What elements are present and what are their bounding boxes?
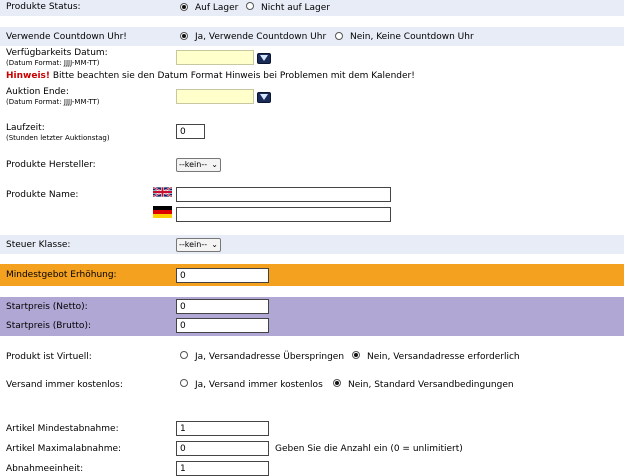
- start-gross-label: Startpreis (Brutto):: [6, 321, 91, 331]
- tax-class-select[interactable]: --kein-- ⌄: [176, 238, 221, 252]
- min-qty-label: Artikel Mindestabnahme:: [6, 424, 119, 434]
- warning-text: Bitte beachten sie den Datum Format Hinw…: [52, 71, 415, 81]
- avail-date-label: Verfügbarkeits Datum:: [6, 48, 108, 58]
- free-shipping-yes-label: Ja, Versand immer kostenlos: [195, 380, 323, 390]
- product-name-label: Produkte Name:: [6, 190, 79, 200]
- free-shipping-no-radio[interactable]: [333, 379, 341, 387]
- virtual-no-radio[interactable]: [352, 351, 360, 359]
- status-label: Produkte Status:: [6, 2, 81, 12]
- countdown-no-radio[interactable]: [335, 32, 343, 40]
- max-qty-input[interactable]: [176, 441, 269, 456]
- free-shipping-label: Versand immer kostenlos:: [6, 380, 123, 390]
- chevron-down-icon: ⌄: [211, 240, 218, 249]
- start-gross-input[interactable]: [176, 318, 269, 333]
- manufacturer-select-value: --kein--: [179, 160, 208, 169]
- runtime-label: Laufzeit:: [6, 123, 45, 133]
- runtime-hint: (Stunden letzter Auktionstag): [6, 134, 110, 142]
- status-in-stock-radio[interactable]: [180, 3, 188, 11]
- avail-calendar-button[interactable]: [257, 53, 271, 64]
- calendar-triangle-icon: [260, 94, 268, 100]
- min-increase-input[interactable]: [176, 268, 269, 283]
- calendar-triangle-icon: [260, 55, 268, 61]
- warning-bold: Hinweis!: [6, 71, 50, 81]
- start-net-label: Startpreis (Netto):: [6, 302, 88, 312]
- chevron-down-icon: ⌄: [211, 160, 218, 169]
- status-out-of-stock-label: Nicht auf Lager: [261, 3, 331, 13]
- virtual-label: Produkt ist Virtuell:: [6, 352, 92, 362]
- avail-date-format-hint: (Datum Format: JJJJ-MM-TT): [6, 59, 100, 67]
- date-format-warning: Hinweis! Bitte beachten sie den Datum Fo…: [6, 71, 415, 81]
- status-in-stock-label: Auf Lager: [195, 3, 239, 13]
- unit-input[interactable]: [176, 461, 269, 476]
- manufacturer-label: Produkte Hersteller:: [6, 160, 96, 170]
- auction-end-input[interactable]: [176, 89, 254, 104]
- manufacturer-select[interactable]: --kein-- ⌄: [176, 158, 221, 172]
- runtime-input[interactable]: [176, 124, 205, 139]
- auction-end-label: Auktion Ende:: [6, 87, 69, 97]
- free-shipping-yes-radio[interactable]: [180, 379, 188, 387]
- max-qty-label: Artikel Maximalabnahme:: [6, 444, 122, 454]
- countdown-yes-radio[interactable]: [180, 32, 188, 40]
- virtual-yes-radio[interactable]: [180, 351, 188, 359]
- tax-class-select-value: --kein--: [179, 240, 208, 249]
- unit-label: Abnahmeeinheit:: [6, 464, 84, 474]
- countdown-no-label: Nein, Keine Countdown Uhr: [350, 32, 474, 42]
- min-increase-label: Mindestgebot Erhöhung:: [6, 270, 117, 280]
- product-name-en-input[interactable]: [176, 187, 391, 202]
- start-price-band: [0, 297, 624, 336]
- tax-row-band: [0, 235, 624, 254]
- status-out-of-stock-radio[interactable]: [246, 2, 254, 10]
- de-flag-icon: [153, 206, 172, 218]
- auction-end-format-hint: (Datum Format: JJJJ-MM-TT): [6, 98, 100, 106]
- free-shipping-no-label: Nein, Standard Versandbedingungen: [348, 380, 514, 390]
- uk-flag-icon: [153, 186, 172, 198]
- auction-end-calendar-button[interactable]: [257, 92, 271, 103]
- avail-date-input[interactable]: [176, 50, 254, 65]
- countdown-label: Verwende Countdown Uhr!: [6, 32, 127, 42]
- virtual-yes-label: Ja, Versandadresse Überspringen: [195, 352, 345, 362]
- virtual-no-label: Nein, Versandadresse erforderlich: [367, 352, 520, 362]
- start-net-input[interactable]: [176, 299, 269, 314]
- countdown-yes-label: Ja, Verwende Countdown Uhr: [195, 32, 327, 42]
- min-qty-input[interactable]: [176, 421, 269, 436]
- tax-class-label: Steuer Klasse:: [6, 240, 71, 250]
- product-name-de-input[interactable]: [176, 207, 391, 222]
- max-qty-hint: Geben Sie die Anzahl ein (0 = unlimitier…: [275, 444, 463, 454]
